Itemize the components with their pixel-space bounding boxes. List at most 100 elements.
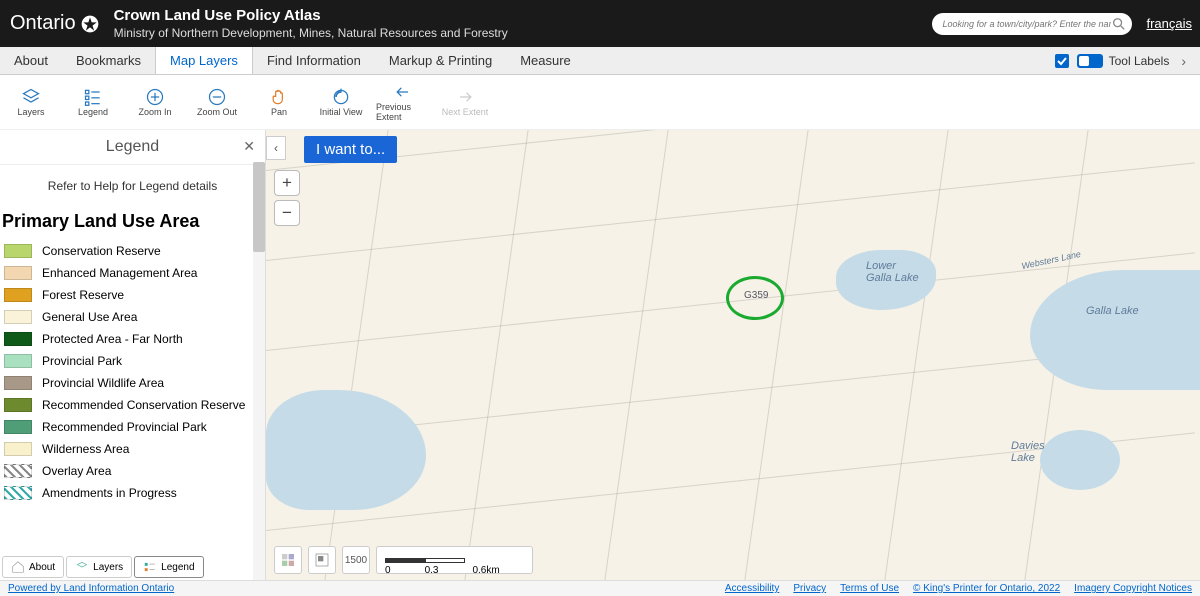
- i-want-to-button[interactable]: I want to...: [304, 136, 397, 163]
- legend-label: Wilderness Area: [42, 442, 129, 456]
- menu-markup-printing[interactable]: Markup & Printing: [375, 47, 506, 74]
- legend-row: Forest Reserve: [0, 284, 265, 306]
- tool-labels-toggle[interactable]: [1077, 54, 1103, 68]
- legend-swatch: [4, 266, 32, 280]
- legend-scroll[interactable]: Refer to Help for Legend details Primary…: [0, 165, 265, 580]
- legend-row: General Use Area: [0, 306, 265, 328]
- marker-label: G359: [744, 290, 768, 301]
- trillium-icon: [80, 14, 100, 34]
- menu-bookmarks[interactable]: Bookmarks: [62, 47, 155, 74]
- previous-extent-icon: [393, 82, 413, 102]
- tool-zoom-in[interactable]: Zoom In: [128, 87, 182, 117]
- search-box[interactable]: [932, 13, 1132, 35]
- footer-imagery[interactable]: Imagery Copyright Notices: [1074, 583, 1192, 594]
- powered-by-link[interactable]: Powered by Land Information Ontario: [8, 583, 174, 594]
- legend-swatch: [4, 354, 32, 368]
- legend-swatch: [4, 398, 32, 412]
- tool-legend[interactable]: Legend: [66, 87, 120, 117]
- chevron-right-icon[interactable]: ›: [1175, 53, 1192, 69]
- next-extent-icon: [455, 87, 475, 107]
- footer-privacy[interactable]: Privacy: [793, 583, 826, 594]
- sidebar-tab-layers[interactable]: Layers: [66, 556, 132, 578]
- legend-row: Overlay Area: [0, 460, 265, 482]
- tool-zoom-out[interactable]: Zoom Out: [190, 87, 244, 117]
- legend-row: Recommended Conservation Reserve: [0, 394, 265, 416]
- footer-terms[interactable]: Terms of Use: [840, 583, 899, 594]
- tool-labels-text: Tool Labels: [1109, 54, 1170, 68]
- sidebar-tab-about[interactable]: About: [2, 556, 64, 578]
- app-subtitle: Ministry of Northern Development, Mines,…: [114, 26, 508, 40]
- lake-label: Davies Lake: [1011, 440, 1045, 464]
- initial-view-icon: [331, 87, 351, 107]
- legend-label: Provincial Wildlife Area: [42, 376, 164, 390]
- legend-swatch: [4, 244, 32, 258]
- scale-input[interactable]: 1500: [342, 546, 370, 574]
- lake-label: Galla Lake: [1086, 305, 1139, 317]
- legend-row: Wilderness Area: [0, 438, 265, 460]
- legend-help-text: Refer to Help for Legend details: [0, 173, 265, 207]
- zoom-out-icon: [207, 87, 227, 107]
- legend-label: Recommended Conservation Reserve: [42, 398, 245, 412]
- legend-label: Overlay Area: [42, 464, 111, 478]
- legend-label: Protected Area - Far North: [42, 332, 183, 346]
- check-icon: [1055, 54, 1071, 68]
- scrollbar-thumb[interactable]: [253, 162, 265, 252]
- tool-layers[interactable]: Layers: [4, 87, 58, 117]
- collapse-sidebar-button[interactable]: ‹: [266, 136, 286, 160]
- footer: Powered by Land Information Ontario Acce…: [0, 580, 1200, 596]
- footer-accessibility[interactable]: Accessibility: [725, 583, 779, 594]
- legend-row: Amendments in Progress: [0, 482, 265, 504]
- legend-label: Conservation Reserve: [42, 244, 161, 258]
- home-icon: [11, 560, 25, 574]
- legend-icon: [83, 87, 103, 107]
- overview-button[interactable]: [308, 546, 336, 574]
- language-link[interactable]: français: [1146, 16, 1192, 31]
- map-toolbar: Layers Legend Zoom In Zoom Out Pan Initi…: [0, 75, 1200, 130]
- legend-row: Conservation Reserve: [0, 240, 265, 262]
- sidebar-tab-legend[interactable]: Legend: [134, 556, 203, 578]
- tool-pan[interactable]: Pan: [252, 87, 306, 117]
- scale-bar: 0 0.3 0.6km: [376, 546, 533, 574]
- map-viewport[interactable]: ‹ I want to... + − G359 Lower Galla Lake…: [266, 130, 1200, 580]
- map-zoom-out-button[interactable]: −: [274, 200, 300, 226]
- legend-label: Enhanced Management Area: [42, 266, 197, 280]
- legend-label: Forest Reserve: [42, 288, 124, 302]
- basemap-button[interactable]: [274, 546, 302, 574]
- scrollbar[interactable]: [253, 162, 265, 580]
- map-zoom-in-button[interactable]: +: [274, 170, 300, 196]
- legend-swatch: [4, 332, 32, 346]
- search-icon: [1111, 16, 1127, 32]
- legend-swatch: [4, 464, 32, 478]
- legend-icon: [143, 560, 157, 574]
- legend-swatch: [4, 376, 32, 390]
- app-title: Crown Land Use Policy Atlas: [114, 7, 508, 24]
- tool-initial-view[interactable]: Initial View: [314, 87, 368, 117]
- layers-icon: [75, 560, 89, 574]
- tool-previous-extent[interactable]: Previous Extent: [376, 82, 430, 122]
- menu-measure[interactable]: Measure: [506, 47, 585, 74]
- legend-swatch: [4, 420, 32, 434]
- legend-row: Provincial Park: [0, 350, 265, 372]
- menu-find-information[interactable]: Find Information: [253, 47, 375, 74]
- app-header: Ontario Crown Land Use Policy Atlas Mini…: [0, 0, 1200, 47]
- close-icon[interactable]: ✕: [243, 138, 255, 155]
- menu-about[interactable]: About: [0, 47, 62, 74]
- layers-icon: [21, 87, 41, 107]
- ontario-logo: Ontario: [10, 12, 100, 35]
- legend-row: Recommended Provincial Park: [0, 416, 265, 438]
- lake-label: Lower Galla Lake: [866, 260, 919, 284]
- legend-label: Amendments in Progress: [42, 486, 177, 500]
- legend-label: Recommended Provincial Park: [42, 420, 207, 434]
- zoom-in-icon: [145, 87, 165, 107]
- search-input[interactable]: [942, 19, 1110, 29]
- legend-row: Enhanced Management Area: [0, 262, 265, 284]
- menu-map-layers[interactable]: Map Layers: [155, 47, 253, 74]
- tool-next-extent: Next Extent: [438, 87, 492, 117]
- legend-swatch: [4, 310, 32, 324]
- legend-swatch: [4, 486, 32, 500]
- menubar: About Bookmarks Map Layers Find Informat…: [0, 47, 1200, 75]
- ontario-logo-text: Ontario: [10, 12, 76, 35]
- legend-section-title: Primary Land Use Area: [0, 207, 265, 240]
- legend-swatch: [4, 288, 32, 302]
- footer-copyright[interactable]: © King's Printer for Ontario, 2022: [913, 583, 1060, 594]
